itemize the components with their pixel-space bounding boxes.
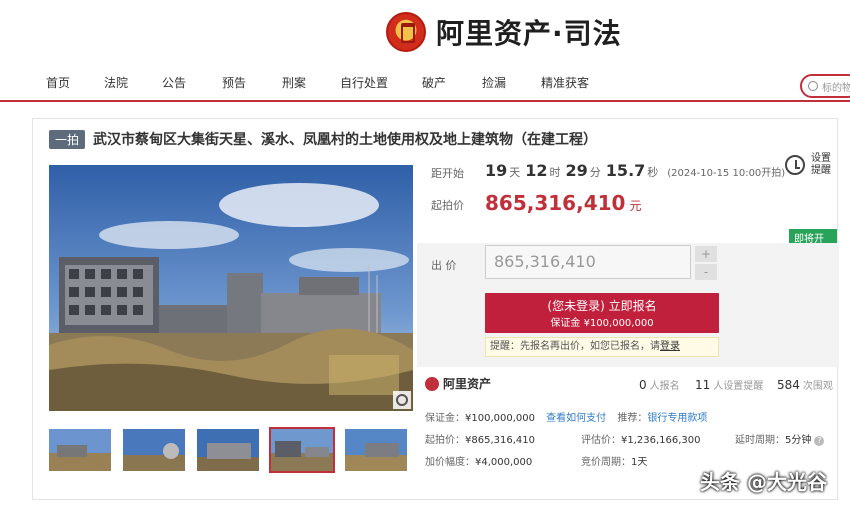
login-link[interactable]: 登录 [660,341,680,352]
auction-round-badge: 一拍 [49,129,86,149]
thumbnail-strip [49,427,409,475]
register-tip: 提醒：先报名再出价，如您已报名，请登录 [485,337,719,357]
register-deposit-label: 保证金 ¥100,000,000 [550,318,654,329]
countdown-hours-unit: 时 [549,166,561,179]
nav-item-self-disposal[interactable]: 自行处置 [340,74,388,91]
countdown-seconds-unit: 秒 [647,166,659,179]
ali-assets-logo: 阿里资产 [425,375,491,392]
listing-card: 一拍 武汉市蔡甸区大集街天星、溪水、凤凰村的土地使用权及地上建筑物（在建工程） [32,118,839,500]
page: 阿里资产·司法 首页 法院 公告 预告 刑案 自行处置 破产 捡漏 精准获客 标… [0,0,850,507]
countdown-minutes: 29 [565,161,588,180]
nav-divider [0,100,850,102]
countdown-label: 距开始 [431,167,464,180]
thumbnail-3[interactable] [197,429,259,471]
bid-period-info: 竞价周期：1天 [581,453,647,468]
set-reminder-button[interactable]: 设置提醒 [785,153,835,183]
nav-item-notice[interactable]: 公告 [162,74,186,91]
appraisal-value: ¥1,236,166,300 [621,435,701,446]
zoom-icon[interactable] [393,391,411,409]
bid-amount-input[interactable]: 865,316,410 [485,245,691,279]
start-price-value: 865,316,410 [485,191,626,215]
view-count: 584 次围观 [777,377,833,392]
nav-item-court[interactable]: 法院 [104,74,128,91]
reminder-count-label: 人设置提醒 [713,381,764,392]
nav-item-precise-customers[interactable]: 精准获客 [541,74,589,91]
deposit-value: ¥100,000,000 [465,413,535,424]
search-placeholder: 标的物 [822,82,850,94]
thumbnail-5[interactable] [345,429,407,471]
thumbnail-1[interactable] [49,429,111,471]
ali-assets-icon [425,376,439,391]
delay-label: 延时周期： [735,435,785,446]
reminder-count-value: 11 [695,378,711,392]
appraisal-info: 评估价：¥1,236,166,300 [581,431,701,446]
ali-assets-name: 阿里资产 [443,377,492,391]
view-count-value: 584 [777,378,800,392]
start-price-label: 起拍价 [431,199,464,212]
building-photo-image [49,165,413,411]
deposit-info: 保证金：¥100,000,000 查看如何支付 推荐：银行专用款项 [425,409,707,424]
set-reminder-label: 设置提醒 [811,153,831,176]
signup-count: 0 人报名 [639,377,680,392]
increase-bid-button[interactable]: + [695,246,717,262]
bid-label: 出 价 [431,259,457,272]
countdown-hours: 12 [525,161,548,180]
nav-item-bankruptcy[interactable]: 破产 [422,74,446,91]
watermark-text: 头条 @大光谷 [700,470,827,494]
how-to-pay-link[interactable]: 查看如何支付 [546,413,606,424]
increment-label: 加价幅度： [425,457,475,468]
info-start-label: 起拍价： [425,435,465,446]
search-input[interactable]: 标的物 [800,74,850,98]
tip-text: 提醒：先报名再出价，如您已报名，请 [490,341,660,352]
info-start-value: ¥865,316,410 [465,435,535,446]
nav-item-bargain[interactable]: 捡漏 [482,74,506,91]
start-price-info: 起拍价：¥865,316,410 [425,431,535,446]
bid-period-value: 1天 [631,457,648,468]
auction-start-time: (2024-10-15 10:00开拍) [667,168,786,179]
reminder-count: 11 人设置提醒 [695,377,763,392]
deposit-label: 保证金： [425,413,465,424]
court-emblem-icon [386,12,426,52]
search-icon [808,81,818,91]
thumbnail-4[interactable] [269,427,335,473]
signup-count-value: 0 [639,378,647,392]
countdown-timer: 19 天 12 时 29 分 15.7 秒 (2024-10-15 10:00开拍) [485,161,785,180]
increment-value: ¥4,000,000 [475,457,533,468]
register-now-button[interactable]: (您未登录) 立即报名 保证金 ¥100,000,000 [485,293,719,333]
brand-logo[interactable]: 阿里资产·司法 [386,6,622,58]
alarm-clock-icon [785,155,805,175]
delay-value: 5分钟 [785,435,812,446]
listing-title: 武汉市蔡甸区大集街天星、溪水、凤凰村的土地使用权及地上建筑物（在建工程） [93,132,598,148]
register-button-label: (您未登录) 立即报名 [547,299,657,313]
brand-title: 阿里资产·司法 [436,17,622,50]
appraisal-label: 评估价： [581,435,621,446]
recommend-label: 推荐： [617,413,648,424]
countdown-days-unit: 天 [509,166,521,179]
delay-info: 延时周期：5分钟? [735,431,825,446]
nav-item-preview[interactable]: 预告 [222,74,246,91]
main-nav: 首页 法院 公告 预告 刑案 自行处置 破产 捡漏 精准获客 [0,74,850,100]
countdown-seconds: 15.7 [605,161,646,180]
signup-count-label: 人报名 [649,381,680,392]
help-icon[interactable]: ? [814,436,825,446]
start-price-unit: 元 [629,199,642,213]
listing-title-row: 一拍 武汉市蔡甸区大集街天星、溪水、凤凰村的土地使用权及地上建筑物（在建工程） [49,129,597,149]
countdown-minutes-unit: 分 [589,166,601,179]
nav-item-home[interactable]: 首页 [46,74,70,91]
decrease-bid-button[interactable]: - [695,264,717,280]
thumbnail-2[interactable] [123,429,185,471]
view-count-label: 次围观 [802,381,833,392]
nav-item-criminal[interactable]: 刑案 [282,74,306,91]
bid-period-label: 竞价周期： [581,457,631,468]
main-photo[interactable] [49,165,413,411]
start-price: 865,316,410 元 [485,191,641,215]
bank-payment-link[interactable]: 银行专用款项 [647,413,707,424]
countdown-days: 19 [485,161,508,180]
increment-info: 加价幅度：¥4,000,000 [425,453,532,468]
